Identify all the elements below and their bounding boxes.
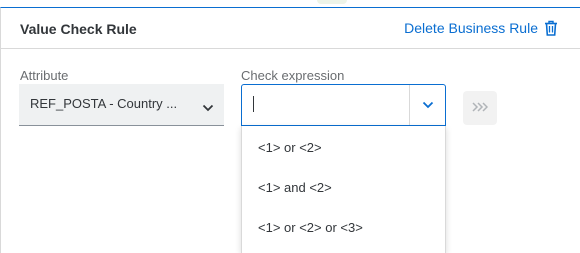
check-expression-combobox[interactable] [241, 84, 446, 126]
attribute-select[interactable]: REF_POSTA - Country ... [19, 84, 224, 126]
attribute-label: Attribute [20, 68, 69, 83]
check-expression-dropdown-list: <1> or <2> <1> and <2> <1> or <2> or <3> [241, 126, 446, 253]
delete-business-rule-label: Delete Business Rule [404, 20, 538, 36]
check-expression-label: Check expression [241, 68, 345, 83]
dropdown-option[interactable]: <1> or <2> [242, 128, 445, 168]
panel-title: Value Check Rule [20, 21, 137, 37]
trash-icon [544, 20, 558, 36]
chevron-down-icon [422, 96, 434, 114]
text-caret [253, 96, 254, 112]
dropdown-option[interactable]: <1> or <2> or <3> [242, 208, 445, 248]
move-right-button[interactable] [463, 91, 497, 125]
panel-header: Value Check Rule Delete Business Rule [1, 8, 580, 49]
triple-chevron-right-icon [472, 99, 489, 117]
check-expression-dropdown-button[interactable] [409, 85, 445, 125]
top-tab-indicator [317, 0, 347, 4]
top-spacer [0, 0, 580, 7]
dropdown-option[interactable]: <1> and <2> [242, 168, 445, 208]
chevron-down-icon [202, 99, 214, 117]
attribute-select-value: REF_POSTA - Country ... [30, 96, 178, 111]
delete-business-rule-button[interactable]: Delete Business Rule [404, 20, 558, 36]
check-expression-input[interactable] [243, 86, 407, 124]
